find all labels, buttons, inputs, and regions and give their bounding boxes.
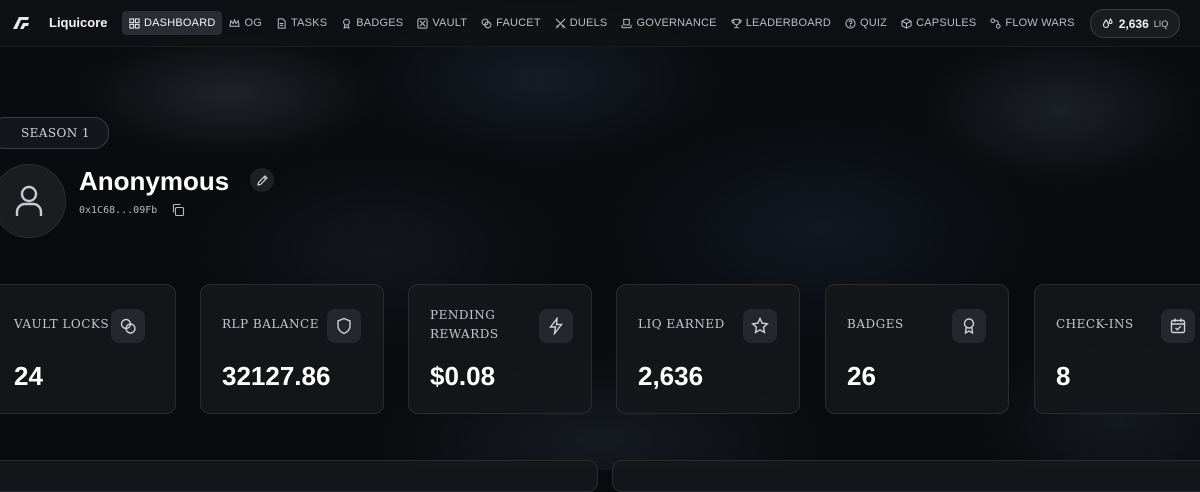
liquicore-logo-icon[interactable] bbox=[12, 14, 30, 32]
liq-balance-unit: LIQ bbox=[1153, 18, 1169, 29]
nav-leaderboard[interactable]: LEADERBOARD bbox=[724, 11, 838, 35]
stat-icon-badge bbox=[1161, 309, 1195, 343]
grid-icon bbox=[129, 17, 140, 29]
profile-name: Anonymous bbox=[79, 166, 230, 196]
nav-dashboard[interactable]: DASHBOARD bbox=[122, 11, 223, 35]
medal-icon bbox=[343, 18, 351, 29]
nav-label: VAULT bbox=[432, 17, 468, 29]
stat-label: LIQ EARNED bbox=[638, 317, 725, 331]
stat-card-pending-rewards: PENDING REWARDS $0.08 bbox=[408, 284, 592, 414]
pencil-icon bbox=[256, 174, 268, 186]
cube-icon bbox=[901, 17, 912, 29]
stat-icon-badge bbox=[743, 309, 777, 343]
crown-icon bbox=[229, 17, 241, 27]
main-nav: DASHBOARD OG TASKS BADGES VAULT FAUCET D… bbox=[122, 11, 1082, 35]
nav-badges[interactable]: BADGES bbox=[334, 11, 410, 35]
lightning-icon bbox=[549, 317, 563, 335]
file-icon bbox=[277, 17, 286, 29]
swords-icon bbox=[555, 18, 566, 28]
nav-label: BADGES bbox=[356, 17, 404, 29]
medal-icon bbox=[963, 318, 975, 335]
star-icon bbox=[751, 317, 769, 334]
liq-balance-pill[interactable]: 2,636 LIQ bbox=[1090, 9, 1180, 38]
nav-capsules[interactable]: CAPSULES bbox=[894, 11, 983, 35]
stat-value: 24 bbox=[14, 361, 43, 391]
stat-value: 26 bbox=[847, 361, 876, 391]
brand-name[interactable]: Liquicore bbox=[49, 15, 108, 30]
nav-faucet[interactable]: FAUCET bbox=[474, 11, 548, 35]
nav-og[interactable]: OG bbox=[222, 11, 269, 35]
trophy-icon bbox=[731, 18, 742, 28]
stat-value: 8 bbox=[1056, 361, 1071, 391]
stat-card-vault-locks: VAULT LOCKS 24 bbox=[0, 284, 176, 414]
nav-label: FLOW WARS bbox=[1005, 17, 1075, 29]
stat-label: PENDING REWARDS bbox=[430, 308, 499, 341]
droplets-icon bbox=[1102, 17, 1113, 28]
nav-quiz[interactable]: QUIZ bbox=[838, 11, 894, 35]
lower-panel-left bbox=[0, 460, 598, 492]
coins-icon bbox=[481, 18, 492, 28]
nav-vault[interactable]: VAULT bbox=[410, 11, 474, 35]
calendar-check-icon bbox=[1170, 318, 1186, 334]
nav-label: DASHBOARD bbox=[144, 17, 216, 29]
stat-label: VAULT LOCKS bbox=[14, 317, 110, 331]
nav-flow-wars[interactable]: FLOW WARS bbox=[983, 11, 1081, 35]
stat-value: $0.08 bbox=[430, 361, 496, 391]
ballot-icon bbox=[621, 18, 633, 28]
user-icon bbox=[15, 185, 43, 216]
stat-label: BADGES bbox=[847, 317, 904, 331]
liq-balance-amount: 2,636 bbox=[1118, 16, 1149, 31]
edit-name-button[interactable] bbox=[250, 168, 274, 192]
shield-icon bbox=[337, 317, 351, 335]
stat-icon-badge bbox=[327, 309, 361, 343]
stat-card-check-ins: CHECK-INS 8 bbox=[1034, 284, 1200, 414]
stat-card-rlp-balance: RLP BALANCE 32127.86 bbox=[200, 284, 384, 414]
nav-label: GOVERNANCE bbox=[636, 17, 717, 29]
stat-value: 32127.86 bbox=[222, 361, 331, 391]
stat-label: CHECK-INS bbox=[1056, 317, 1134, 331]
top-navbar: Liquicore DASHBOARD OG TASKS BADGES VAUL… bbox=[0, 0, 1200, 47]
stat-card-liq-earned: LIQ EARNED 2,636 bbox=[616, 284, 800, 414]
flow-icon bbox=[990, 17, 1001, 29]
stat-icon-badge bbox=[111, 309, 145, 343]
help-circle-icon bbox=[845, 17, 856, 29]
nav-duels[interactable]: DUELS bbox=[548, 11, 615, 35]
nav-label: OG bbox=[244, 17, 262, 29]
nav-label: QUIZ bbox=[860, 17, 888, 29]
stat-label: RLP BALANCE bbox=[222, 317, 319, 331]
nav-label: CAPSULES bbox=[916, 17, 977, 29]
background-texture bbox=[0, 0, 1200, 470]
wallet-address: 0x1C68...09Fb bbox=[79, 205, 158, 216]
stat-card-badges: BADGES 26 bbox=[825, 284, 1009, 414]
nav-label: DUELS bbox=[569, 17, 608, 29]
nav-label: FAUCET bbox=[496, 17, 541, 29]
stat-icon-badge bbox=[952, 309, 986, 343]
season-badge: SEASON 1 bbox=[0, 117, 109, 149]
vault-icon bbox=[417, 17, 428, 29]
lower-panel-right bbox=[612, 460, 1200, 492]
nav-governance[interactable]: GOVERNANCE bbox=[614, 11, 723, 35]
stat-icon-badge bbox=[539, 309, 573, 343]
nav-label: TASKS bbox=[291, 17, 328, 29]
stat-value: 2,636 bbox=[638, 361, 704, 391]
season-label: SEASON 1 bbox=[21, 126, 90, 140]
copy-icon[interactable] bbox=[171, 203, 185, 217]
nav-tasks[interactable]: TASKS bbox=[269, 11, 334, 35]
coins-icon bbox=[120, 318, 136, 334]
nav-label: LEADERBOARD bbox=[745, 17, 832, 29]
